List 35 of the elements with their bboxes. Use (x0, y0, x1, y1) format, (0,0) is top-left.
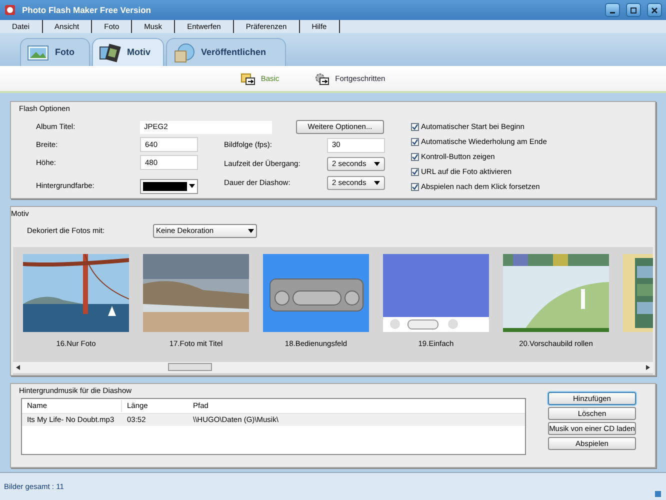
checkbox[interactable] (411, 123, 419, 131)
check-icon (412, 124, 418, 130)
close-icon (651, 6, 658, 14)
caret-icon (248, 229, 254, 233)
film-icon (99, 42, 121, 62)
tab[interactable]: Motiv (92, 38, 164, 66)
resize-grip-icon (654, 490, 662, 498)
checkbox[interactable] (411, 183, 419, 191)
checkbox[interactable] (411, 168, 419, 176)
close-button[interactable] (647, 3, 662, 17)
window-title: Photo Flash Maker Free Version (22, 4, 152, 16)
checkbox[interactable] (411, 138, 419, 146)
color-picker[interactable] (140, 178, 198, 194)
checkbox[interactable] (411, 153, 419, 161)
maximize-button[interactable] (626, 3, 641, 17)
scrollbar-thumb[interactable] (168, 363, 212, 371)
app-icon (4, 4, 16, 16)
left-arrow-icon (16, 365, 20, 370)
disc-icon (173, 42, 195, 62)
check-icon (412, 184, 418, 190)
scrollbar[interactable] (13, 362, 653, 373)
caret-icon (189, 184, 195, 188)
caret-icon (374, 181, 380, 185)
check-icon (412, 169, 418, 175)
maximize-icon (630, 6, 637, 14)
check-icon (412, 139, 418, 145)
picture-icon (27, 44, 49, 62)
tab[interactable]: Veröffentlichen (166, 38, 286, 66)
right-arrow-icon (646, 365, 650, 370)
tab[interactable]: Foto (20, 38, 90, 66)
minimize-button[interactable] (605, 3, 620, 17)
folder-icon (240, 72, 255, 84)
check-icon (412, 154, 418, 160)
caret-icon (374, 162, 380, 166)
gear-icon (315, 72, 330, 84)
